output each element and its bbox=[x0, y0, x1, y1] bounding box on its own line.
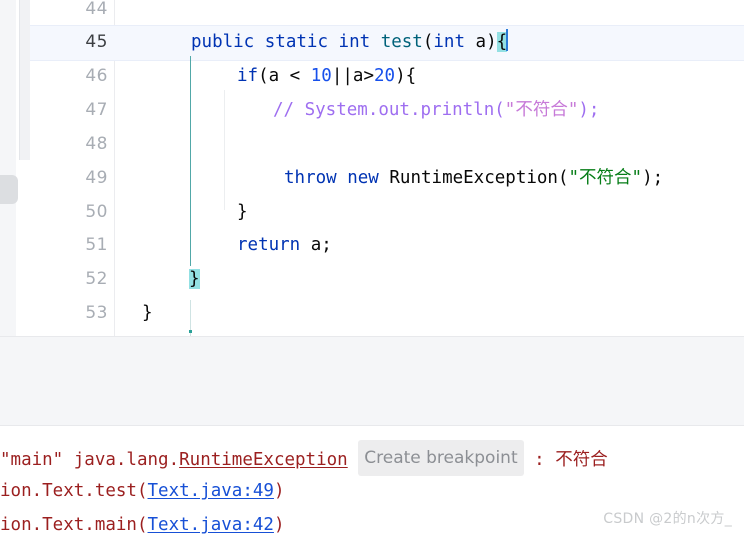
line-number-48: 48 bbox=[85, 134, 108, 154]
token-throw-tail: ); bbox=[642, 168, 664, 188]
console-stack-line-1[interactable]: ion.Text.test(Text.java:49) bbox=[0, 474, 285, 508]
token-keyword-if: if bbox=[237, 66, 259, 86]
console-exception-prefix: "main" java.lang. bbox=[0, 450, 180, 470]
tool-window-stripe bbox=[0, 0, 16, 336]
code-line-50[interactable]: } bbox=[237, 195, 248, 229]
code-line-49[interactable]: throw new RuntimeException("不符合"); bbox=[284, 161, 663, 195]
editor-bottom-panel bbox=[0, 336, 744, 392]
line-number-50: 50 bbox=[85, 202, 108, 222]
code-editor[interactable]: 44 45 46 47 48 49 50 51 52 53 public sta… bbox=[0, 0, 744, 336]
token-keyword-int: int bbox=[338, 32, 371, 52]
line-number-47: 47 bbox=[85, 100, 108, 120]
token-if-cond-close: ){ bbox=[395, 66, 417, 86]
token-throw-paren-open: ( bbox=[557, 168, 569, 188]
console-exception-link[interactable]: RuntimeException bbox=[179, 450, 348, 470]
code-line-47[interactable]: // System.out.println("不符合"); bbox=[273, 93, 599, 127]
collapsed-tool-tab[interactable] bbox=[0, 175, 18, 204]
console-stack-line-2[interactable]: ion.Text.main(Text.java:42) bbox=[0, 508, 285, 541]
line-number-51: 51 bbox=[85, 235, 108, 255]
token-keyword-throw: throw bbox=[284, 168, 337, 188]
token-type-runtimeexception: RuntimeException bbox=[389, 168, 558, 188]
line-number-52: 52 bbox=[85, 269, 108, 289]
token-brace-close-if: } bbox=[237, 202, 248, 222]
console-exception-line[interactable]: "main" java.lang.RuntimeException Create… bbox=[0, 440, 608, 476]
token-number-10: 10 bbox=[310, 66, 332, 86]
indent-guide-method bbox=[190, 56, 191, 266]
fold-marker-dot bbox=[189, 330, 192, 333]
token-param-a: a bbox=[475, 32, 487, 52]
ide-window: 44 45 46 47 48 49 50 51 52 53 public sta… bbox=[0, 0, 744, 541]
console-exception-message: 不符合 bbox=[555, 450, 608, 470]
token-number-20: 20 bbox=[374, 66, 396, 86]
console-file-link-2[interactable]: Text.java:42 bbox=[148, 515, 274, 535]
console-colon: : bbox=[534, 450, 545, 470]
token-comment-head: // System.out.println( bbox=[273, 100, 505, 120]
console-stack-prefix-2: ion.Text.main( bbox=[0, 515, 148, 535]
code-line-53[interactable]: } bbox=[142, 296, 153, 330]
token-paren-open: ( bbox=[422, 32, 434, 52]
token-return-expression: a; bbox=[300, 235, 332, 255]
token-keyword-return: return bbox=[237, 235, 301, 255]
token-if-cond-open: (a < bbox=[258, 66, 311, 86]
console-stack-suffix-1: ) bbox=[273, 481, 285, 501]
line-number-45: 45 bbox=[85, 32, 108, 52]
token-keyword-public: public bbox=[191, 32, 255, 52]
token-comment-tail: ); bbox=[578, 100, 600, 120]
text-caret bbox=[506, 29, 509, 51]
code-line-45[interactable]: public static int test(int a){ bbox=[191, 25, 509, 59]
line-number-44: 44 bbox=[85, 0, 108, 19]
console-file-link-1[interactable]: Text.java:49 bbox=[148, 481, 274, 501]
token-keyword-int-param: int bbox=[433, 32, 465, 52]
line-number-53: 53 bbox=[85, 303, 108, 323]
line-number-46: 46 bbox=[85, 66, 108, 86]
token-brace-close-class: } bbox=[142, 303, 153, 323]
run-toolbar-panel bbox=[0, 391, 744, 426]
code-line-52[interactable]: } bbox=[189, 262, 200, 296]
token-keyword-new: new bbox=[347, 168, 379, 188]
console-stack-suffix-2: ) bbox=[273, 515, 285, 535]
token-comment-string: "不符合" bbox=[504, 100, 579, 120]
line-number-49: 49 bbox=[85, 168, 108, 188]
console-stack-prefix-1: ion.Text.test( bbox=[0, 481, 148, 501]
code-line-46[interactable]: if(a < 10||a>20){ bbox=[237, 59, 416, 93]
token-keyword-static: static bbox=[264, 32, 328, 52]
token-brace-close-highlighted: } bbox=[189, 269, 200, 289]
create-breakpoint-badge[interactable]: Create breakpoint bbox=[358, 440, 524, 476]
token-method-name-test: test bbox=[380, 32, 423, 52]
indent-guide-if bbox=[224, 90, 225, 210]
token-paren-close: ) bbox=[486, 32, 497, 52]
token-if-cond-mid: ||a> bbox=[331, 66, 374, 86]
token-string-literal: "不符合" bbox=[568, 168, 643, 188]
code-line-51[interactable]: return a; bbox=[237, 228, 332, 262]
csdn-watermark: CSDN @2的n次方_ bbox=[603, 511, 732, 527]
